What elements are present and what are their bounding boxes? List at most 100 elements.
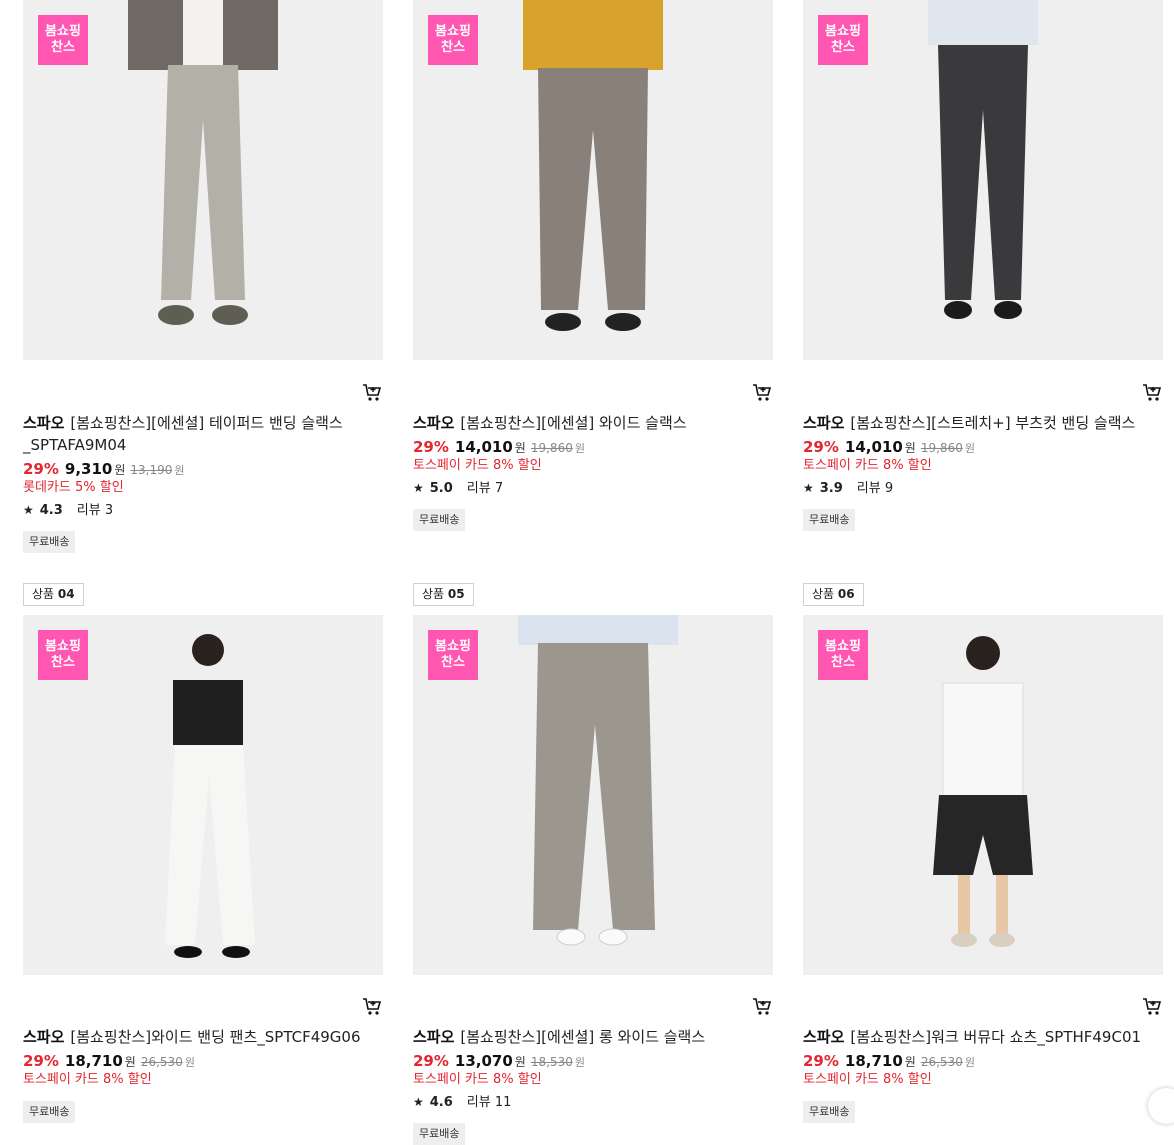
- product-title[interactable]: 스파오 [봄쇼핑찬스][에센셜] 테이퍼드 밴딩 슬랙스_SPTAFA9M04: [23, 412, 363, 456]
- promo-badge: 봄쇼핑 찬스: [428, 15, 478, 65]
- product-rank: 상품 04: [23, 583, 84, 606]
- product-image[interactable]: 봄쇼핑 찬스: [413, 0, 773, 360]
- promo-badge: 봄쇼핑 찬스: [38, 15, 88, 65]
- product-title[interactable]: 스파오 [봄쇼핑찬스][에센셜] 롱 와이드 슬랙스: [413, 1026, 753, 1048]
- review-count: 3: [104, 503, 114, 518]
- product-image[interactable]: 봄쇼핑 찬스: [803, 0, 1163, 360]
- currency-label: 원: [904, 1055, 916, 1069]
- rating-row: ★ 4.3 리뷰 3: [23, 501, 113, 520]
- brand-name: 스파오: [23, 414, 65, 432]
- original-price: 18,530: [530, 1055, 573, 1069]
- original-price: 26,530: [920, 1055, 963, 1069]
- price-row: 29% 18,710 원 26,530 원: [23, 1051, 195, 1073]
- product-image[interactable]: 봄쇼핑 찬스: [23, 0, 383, 360]
- product-image[interactable]: 봄쇼핑 찬스: [413, 615, 773, 975]
- card-discount-text: 롯데카드 5% 할인: [23, 480, 124, 495]
- product-image[interactable]: 봄쇼핑 찬스: [23, 615, 383, 975]
- sale-price: 18,710: [844, 1052, 903, 1070]
- sale-price: 14,010: [454, 438, 513, 456]
- rating-score: 3.9: [819, 481, 843, 496]
- review-count: 9: [884, 481, 894, 496]
- brand-name: 스파오: [413, 1028, 455, 1046]
- product-name: [봄쇼핑찬스][에센셜] 와이드 슬랙스: [460, 414, 687, 432]
- rank-label: 상품: [32, 587, 55, 601]
- product-rank: 상품 06: [803, 583, 864, 606]
- rating-score: 5.0: [429, 481, 453, 496]
- price-row: 29% 13,070 원 18,530 원: [413, 1051, 585, 1073]
- scroll-top-button[interactable]: [1148, 1088, 1174, 1124]
- currency-label: 원: [124, 1055, 136, 1069]
- discount-rate: 29%: [803, 438, 839, 456]
- discount-rate: 29%: [413, 1052, 449, 1070]
- original-price: 26,530: [140, 1055, 183, 1069]
- rank-number: 05: [447, 587, 465, 601]
- card-discount-text: 토스페이 카드 8% 할인: [803, 1072, 932, 1087]
- discount-rate: 29%: [803, 1052, 839, 1070]
- free-shipping-tag: 무료배송: [413, 1123, 466, 1145]
- rank-label: 상품: [812, 587, 835, 601]
- currency-label: 원: [514, 1055, 526, 1069]
- product-title[interactable]: 스파오 [봄쇼핑찬스][스트레치+] 부츠컷 밴딩 슬랙스: [803, 412, 1143, 434]
- card-discount-text: 토스페이 카드 8% 할인: [413, 1072, 542, 1087]
- cart-icon[interactable]: [1141, 382, 1163, 402]
- price-row: 29% 9,310 원 13,190 원: [23, 459, 185, 481]
- brand-name: 스파오: [803, 1028, 845, 1046]
- currency-label: 원: [964, 442, 975, 455]
- currency-label: 원: [114, 463, 126, 477]
- discount-rate: 29%: [23, 1052, 59, 1070]
- product-name: [봄쇼핑찬스][스트레치+] 부츠컷 밴딩 슬랙스: [850, 414, 1136, 432]
- star-icon: ★: [413, 481, 424, 495]
- rating-row: ★ 4.6 리뷰 11: [413, 1093, 511, 1112]
- rating-row: ★ 3.9 리뷰 9: [803, 479, 893, 498]
- free-shipping-tag: 무료배송: [23, 531, 76, 553]
- promo-badge: 봄쇼핑 찬스: [38, 630, 88, 680]
- cart-icon[interactable]: [361, 382, 383, 402]
- rank-number: 06: [837, 587, 855, 601]
- product-name: [봄쇼핑찬스][에센셜] 롱 와이드 슬랙스: [460, 1028, 706, 1046]
- promo-badge: 봄쇼핑 찬스: [818, 15, 868, 65]
- product-image[interactable]: 봄쇼핑 찬스: [803, 615, 1163, 975]
- free-shipping-tag: 무료배송: [803, 1101, 856, 1123]
- product-title[interactable]: 스파오 [봄쇼핑찬스]와이드 밴딩 팬츠_SPTCF49G06: [23, 1026, 363, 1048]
- promo-badge: 봄쇼핑 찬스: [428, 630, 478, 680]
- star-icon: ★: [23, 503, 34, 517]
- star-icon: ★: [413, 1095, 424, 1109]
- cart-icon[interactable]: [361, 996, 383, 1016]
- price-row: 29% 18,710 원 26,530 원: [803, 1051, 975, 1073]
- brand-name: 스파오: [803, 414, 845, 432]
- free-shipping-tag: 무료배송: [23, 1101, 76, 1123]
- product-title[interactable]: 스파오 [봄쇼핑찬스]워크 버뮤다 쇼츠_SPTHF49C01: [803, 1026, 1143, 1048]
- sale-price: 18,710: [64, 1052, 123, 1070]
- currency-label: 원: [184, 1056, 195, 1069]
- currency-label: 원: [574, 1056, 585, 1069]
- review-count: 7: [494, 481, 504, 496]
- currency-label: 원: [574, 442, 585, 455]
- currency-label: 원: [964, 1056, 975, 1069]
- discount-rate: 29%: [413, 438, 449, 456]
- review-label: 리뷰: [466, 1095, 491, 1110]
- cart-icon[interactable]: [751, 382, 773, 402]
- review-label: 리뷰: [856, 481, 881, 496]
- product-name: [봄쇼핑찬스]와이드 밴딩 팬츠_SPTCF49G06: [70, 1028, 361, 1046]
- currency-label: 원: [514, 441, 526, 455]
- rating-score: 4.3: [39, 503, 63, 518]
- original-price: 19,860: [920, 441, 963, 455]
- original-price: 19,860: [530, 441, 573, 455]
- cart-icon[interactable]: [751, 996, 773, 1016]
- rank-number: 04: [57, 587, 75, 601]
- discount-rate: 29%: [23, 460, 59, 478]
- card-discount-text: 토스페이 카드 8% 할인: [23, 1072, 152, 1087]
- card-discount-text: 토스페이 카드 8% 할인: [413, 458, 542, 473]
- product-name: [봄쇼핑찬스][에센셜] 테이퍼드 밴딩 슬랙스_SPTAFA9M04: [23, 414, 343, 454]
- sale-price: 14,010: [844, 438, 903, 456]
- sale-price: 13,070: [454, 1052, 513, 1070]
- promo-badge: 봄쇼핑 찬스: [818, 630, 868, 680]
- cart-icon[interactable]: [1141, 996, 1163, 1016]
- product-title[interactable]: 스파오 [봄쇼핑찬스][에센셜] 와이드 슬랙스: [413, 412, 753, 434]
- product-rank: 상품 05: [413, 583, 474, 606]
- original-price: 13,190: [130, 463, 173, 477]
- price-row: 29% 14,010 원 19,860 원: [413, 437, 585, 459]
- card-discount-text: 토스페이 카드 8% 할인: [803, 458, 932, 473]
- sale-price: 9,310: [64, 460, 113, 478]
- currency-label: 원: [904, 441, 916, 455]
